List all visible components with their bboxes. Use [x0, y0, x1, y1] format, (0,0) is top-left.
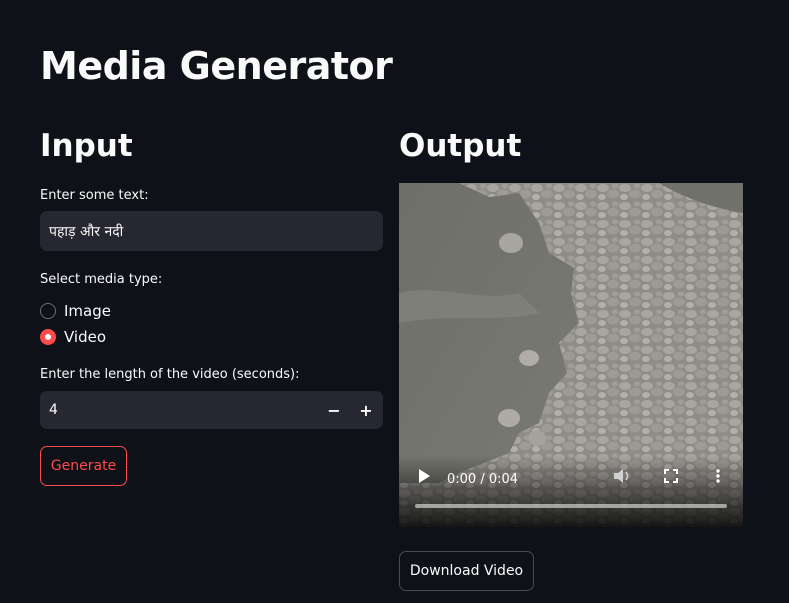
- increment-button[interactable]: +: [350, 391, 382, 429]
- fullscreen-icon[interactable]: [664, 468, 678, 487]
- media-type-label: Select media type:: [40, 272, 163, 287]
- play-icon[interactable]: [418, 468, 430, 487]
- app-root: Media Generator Input Enter some text: प…: [0, 0, 789, 603]
- text-input[interactable]: पहाड़ और नदी: [40, 211, 383, 251]
- decrement-button[interactable]: −: [318, 391, 350, 429]
- video-length-value[interactable]: 4: [40, 402, 318, 418]
- radio-option-video[interactable]: Video: [40, 324, 111, 350]
- video-length-label: Enter the length of the video (seconds):: [40, 367, 300, 382]
- generate-button[interactable]: Generate: [40, 446, 127, 486]
- input-column: Input Enter some text: पहाड़ और नदी Sele…: [40, 124, 383, 486]
- output-column: Output 0:00 / 0:04 Download Video: [399, 124, 743, 591]
- radio-unchecked-icon[interactable]: [40, 303, 56, 319]
- video-progress-bar[interactable]: [415, 504, 727, 508]
- page-title: Media Generator: [40, 44, 393, 88]
- output-section-title: Output: [399, 128, 522, 164]
- text-input-label: Enter some text:: [40, 188, 149, 203]
- volume-icon[interactable]: [614, 468, 632, 488]
- text-input-value: पहाड़ और नदी: [49, 223, 124, 240]
- time-display: 0:00 / 0:04: [447, 472, 519, 487]
- radio-label-image: Image: [64, 302, 111, 320]
- radio-label-video: Video: [64, 328, 107, 346]
- radio-option-image[interactable]: Image: [40, 298, 111, 324]
- download-video-button[interactable]: Download Video: [399, 551, 534, 591]
- media-type-radio-group: Image Video: [40, 298, 111, 350]
- more-options-icon[interactable]: [716, 468, 720, 487]
- video-player[interactable]: 0:00 / 0:04: [399, 183, 743, 527]
- radio-checked-icon[interactable]: [40, 329, 56, 345]
- video-length-input[interactable]: 4 − +: [40, 391, 383, 429]
- input-section-title: Input: [40, 128, 133, 164]
- video-controls: 0:00 / 0:04: [399, 455, 743, 527]
